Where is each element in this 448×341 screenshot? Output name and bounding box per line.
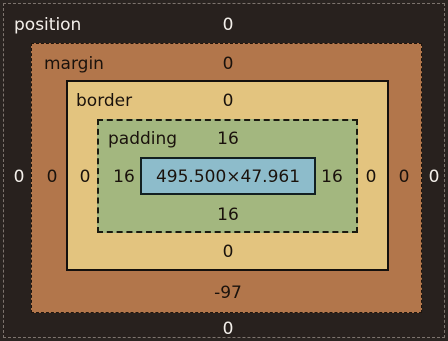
margin-left-value[interactable]: 0 bbox=[47, 167, 58, 187]
margin-bottom-value[interactable]: -97 bbox=[214, 283, 242, 303]
position-left-value[interactable]: 0 bbox=[14, 167, 25, 187]
content-size-value[interactable]: 495.500×47.961 bbox=[156, 167, 300, 187]
box-model-diagram: position 0 0 0 0 margin 0 0 0 -97 border… bbox=[0, 0, 448, 341]
position-right-value[interactable]: 0 bbox=[429, 167, 440, 187]
border-top-value[interactable]: 0 bbox=[223, 91, 234, 111]
position-label: position bbox=[14, 15, 82, 35]
margin-label: margin bbox=[44, 54, 104, 74]
margin-top-value[interactable]: 0 bbox=[223, 54, 234, 74]
padding-bottom-value[interactable]: 16 bbox=[217, 205, 239, 225]
border-right-value[interactable]: 0 bbox=[366, 167, 377, 187]
border-left-value[interactable]: 0 bbox=[80, 167, 91, 187]
margin-right-value[interactable]: 0 bbox=[399, 167, 410, 187]
padding-top-value[interactable]: 16 bbox=[217, 129, 239, 149]
padding-left-value[interactable]: 16 bbox=[113, 167, 135, 187]
padding-right-value[interactable]: 16 bbox=[321, 167, 343, 187]
border-label: border bbox=[76, 91, 133, 111]
position-bottom-value[interactable]: 0 bbox=[223, 319, 234, 339]
border-bottom-value[interactable]: 0 bbox=[223, 242, 234, 262]
padding-label: padding bbox=[108, 129, 178, 149]
position-top-value[interactable]: 0 bbox=[223, 15, 234, 35]
